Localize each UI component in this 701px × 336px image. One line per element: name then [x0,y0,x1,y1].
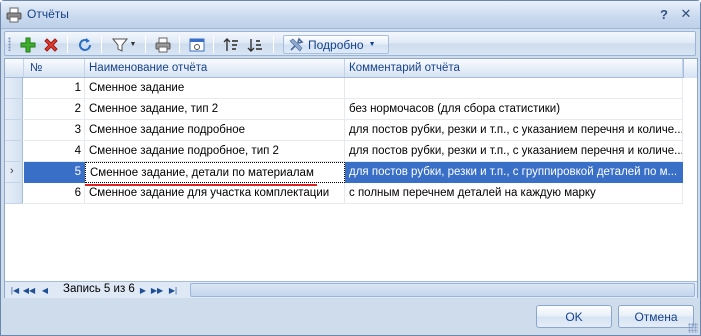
toolbar-grip[interactable] [8,37,11,51]
row-indicator[interactable] [5,183,23,204]
column-chooser-icon [189,38,205,51]
cell-report-name[interactable]: Сменное задание подробное [85,120,345,141]
current-row-arrow-icon: › [10,165,14,177]
cancel-button[interactable]: Отмена [618,305,694,328]
cell-report-name[interactable]: Сменное задание [85,78,345,99]
reports-window: Отчёты ? ✕ ▼ Подробно ▼ № Наименование о… [0,0,701,336]
table-row[interactable]: 4 Сменное задание подробное, тип 2 для п… [5,141,697,162]
plus-icon [20,37,36,52]
add-button[interactable] [18,35,38,54]
refresh-button[interactable] [75,35,95,54]
cell-number[interactable]: 4 [24,141,85,162]
sort-ascending-button[interactable] [221,35,241,54]
cell-report-comment[interactable]: для постов рубки, резки и т.п., с указан… [345,141,683,162]
delete-button[interactable] [41,35,61,54]
sort-descending-button[interactable] [245,35,265,54]
cell-number[interactable]: 2 [24,99,85,120]
reports-grid: № Наименование отчёта Комментарий отчёта… [4,58,698,298]
last-record-button[interactable]: ▶| [167,284,179,296]
toolbar-separator [101,36,102,53]
filter-button[interactable]: ▼ [109,35,139,54]
resize-grip[interactable] [688,323,698,333]
print-button[interactable] [153,35,173,54]
cell-report-name-focused[interactable]: Сменное задание, детали по материалам [85,162,345,183]
view-mode-label: Подробно [308,37,364,52]
cell-report-name[interactable]: Сменное задание, тип 2 [85,99,345,120]
cell-report-name[interactable]: Сменное задание подробное, тип 2 [85,141,345,162]
first-record-button[interactable]: |◀ [9,284,21,296]
row-indicator[interactable] [5,78,23,99]
table-row[interactable]: 2 Сменное задание, тип 2 без нормочасов … [5,99,697,120]
horizontal-scrollbar[interactable] [190,283,695,297]
delete-x-icon [44,37,58,52]
row-indicator[interactable] [5,120,23,141]
prev-record-button[interactable]: ◀ [39,284,51,296]
printer-icon [6,7,22,23]
table-row-selected[interactable]: › 5 Сменное задание, детали по материала… [5,162,697,183]
record-position-text: Запись 5 из 6 [63,283,135,295]
column-chooser-button[interactable] [187,35,207,54]
vertical-scrollbar-corner [683,59,697,78]
toolbar: ▼ Подробно ▼ [4,31,696,56]
window-title: Отчёты [27,7,69,21]
printer-icon [155,37,171,52]
cell-number[interactable]: 3 [24,120,85,141]
tools-icon [289,37,304,51]
title-bar[interactable]: Отчёты ? ✕ [1,1,700,29]
table-row[interactable]: 3 Сменное задание подробное для постов р… [5,120,697,141]
chevron-down-icon: ▼ [368,41,376,48]
view-mode-dropdown[interactable]: Подробно ▼ [283,35,389,54]
refresh-icon [79,37,91,51]
filter-funnel-icon [111,38,128,52]
close-button[interactable]: ✕ [676,5,696,23]
toolbar-separator [179,36,180,53]
toolbar-separator [213,36,214,53]
cell-report-comment[interactable]: для постов рубки, резки и т.п., с указан… [345,120,683,141]
grid-header: № Наименование отчёта Комментарий отчёта [5,59,697,78]
toolbar-separator [273,36,274,53]
cell-number[interactable]: 5 [24,162,85,183]
cell-report-comment[interactable]: без нормочасов (для сбора статистики) [345,99,683,120]
prev-page-button[interactable]: ◀◀ [23,284,35,296]
chevron-down-icon: ▼ [129,41,137,48]
table-row[interactable]: 1 Сменное задание [5,78,697,99]
next-page-button[interactable]: ▶▶ [151,284,163,296]
help-button[interactable]: ? [654,5,674,23]
toolbar-separator [145,36,146,53]
cell-report-comment[interactable]: с полным перечнем деталей на каждую марк… [345,183,683,204]
header-indicator [5,59,24,77]
record-navigator: |◀ ◀◀ ◀ Запись 5 из 6 ▶ ▶▶ ▶| [5,281,697,298]
sort-descending-icon [247,38,262,52]
cell-report-comment[interactable]: для постов рубки, резки и т.п., с группи… [345,162,683,183]
cell-number[interactable]: 6 [24,183,85,204]
cell-number[interactable]: 1 [24,78,85,99]
toolbar-separator [67,36,68,53]
header-number[interactable]: № [24,59,85,77]
row-indicator-current[interactable]: › [5,162,23,183]
row-indicator[interactable] [5,141,23,162]
sort-ascending-icon [223,37,238,51]
table-row[interactable]: 6 Сменное задание для участка комплектац… [5,183,697,204]
header-report-name[interactable]: Наименование отчёта [85,59,345,77]
highlight-underline [85,184,317,186]
cell-report-comment[interactable] [345,78,683,99]
next-record-button[interactable]: ▶ [137,284,149,296]
ok-button[interactable]: OK [536,305,612,328]
cell-report-name[interactable]: Сменное задание для участка комплектации [85,183,345,204]
header-report-comment[interactable]: Комментарий отчёта [345,59,683,77]
row-indicator[interactable] [5,99,23,120]
